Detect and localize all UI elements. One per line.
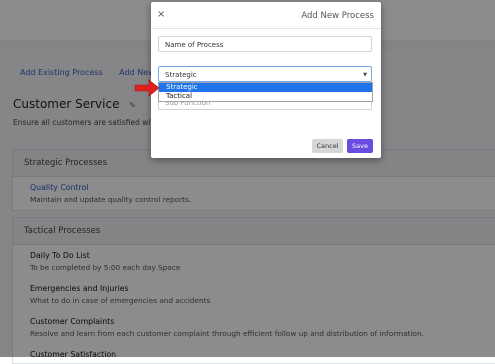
add-new-process-modal: × Add New Process Name of Process Strate… <box>151 2 381 158</box>
option-tactical[interactable]: Tactical <box>159 92 372 101</box>
process-type-select[interactable]: Strategic ▼ <box>158 66 372 82</box>
cancel-button[interactable]: Cancel <box>312 139 343 153</box>
process-type-dropdown: Strategic Tactical <box>158 82 373 102</box>
close-icon[interactable]: × <box>157 9 165 20</box>
modal-title: Add New Process <box>301 11 374 21</box>
option-strategic[interactable]: Strategic <box>159 83 372 92</box>
process-type-selected-value: Strategic <box>165 71 197 79</box>
red-arrow-icon <box>134 79 160 97</box>
modal-divider <box>151 28 381 29</box>
save-button[interactable]: Save <box>347 139 373 153</box>
chevron-down-icon: ▼ <box>363 72 367 78</box>
process-name-input[interactable]: Name of Process <box>158 36 372 52</box>
